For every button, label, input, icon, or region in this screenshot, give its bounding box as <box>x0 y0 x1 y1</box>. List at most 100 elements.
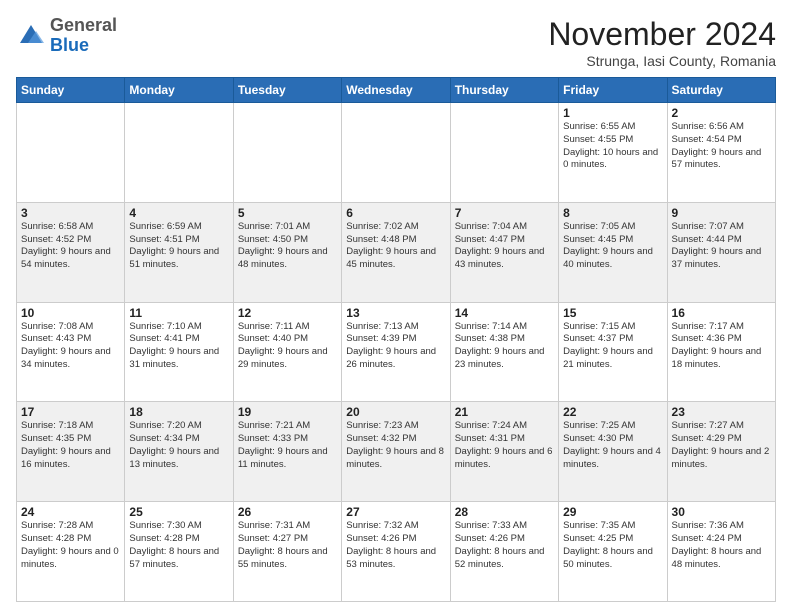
day-number: 22 <box>563 405 662 419</box>
calendar-cell: 3Sunrise: 6:58 AM Sunset: 4:52 PM Daylig… <box>17 202 125 302</box>
calendar-cell: 26Sunrise: 7:31 AM Sunset: 4:27 PM Dayli… <box>233 502 341 602</box>
day-info: Sunrise: 7:28 AM Sunset: 4:28 PM Dayligh… <box>21 520 120 571</box>
calendar-cell: 21Sunrise: 7:24 AM Sunset: 4:31 PM Dayli… <box>450 402 558 502</box>
header-row: Sunday Monday Tuesday Wednesday Thursday… <box>17 78 776 103</box>
day-number: 30 <box>672 505 771 519</box>
calendar-table: Sunday Monday Tuesday Wednesday Thursday… <box>16 77 776 602</box>
day-info: Sunrise: 7:23 AM Sunset: 4:32 PM Dayligh… <box>346 420 445 471</box>
th-saturday: Saturday <box>667 78 775 103</box>
calendar-cell: 5Sunrise: 7:01 AM Sunset: 4:50 PM Daylig… <box>233 202 341 302</box>
day-info: Sunrise: 7:14 AM Sunset: 4:38 PM Dayligh… <box>455 321 554 372</box>
day-number: 8 <box>563 206 662 220</box>
logo: General Blue <box>16 16 117 56</box>
calendar-cell <box>17 103 125 203</box>
day-info: Sunrise: 7:05 AM Sunset: 4:45 PM Dayligh… <box>563 221 662 272</box>
day-info: Sunrise: 7:35 AM Sunset: 4:25 PM Dayligh… <box>563 520 662 571</box>
calendar-cell: 22Sunrise: 7:25 AM Sunset: 4:30 PM Dayli… <box>559 402 667 502</box>
th-thursday: Thursday <box>450 78 558 103</box>
calendar-cell <box>233 103 341 203</box>
calendar-row-3: 10Sunrise: 7:08 AM Sunset: 4:43 PM Dayli… <box>17 302 776 402</box>
day-info: Sunrise: 7:36 AM Sunset: 4:24 PM Dayligh… <box>672 520 771 571</box>
day-info: Sunrise: 7:04 AM Sunset: 4:47 PM Dayligh… <box>455 221 554 272</box>
calendar-cell: 15Sunrise: 7:15 AM Sunset: 4:37 PM Dayli… <box>559 302 667 402</box>
day-number: 1 <box>563 106 662 120</box>
calendar-cell: 2Sunrise: 6:56 AM Sunset: 4:54 PM Daylig… <box>667 103 775 203</box>
calendar-row-2: 3Sunrise: 6:58 AM Sunset: 4:52 PM Daylig… <box>17 202 776 302</box>
day-info: Sunrise: 7:31 AM Sunset: 4:27 PM Dayligh… <box>238 520 337 571</box>
calendar-cell: 9Sunrise: 7:07 AM Sunset: 4:44 PM Daylig… <box>667 202 775 302</box>
day-number: 13 <box>346 306 445 320</box>
calendar-cell: 12Sunrise: 7:11 AM Sunset: 4:40 PM Dayli… <box>233 302 341 402</box>
calendar-cell <box>125 103 233 203</box>
day-number: 27 <box>346 505 445 519</box>
day-info: Sunrise: 7:11 AM Sunset: 4:40 PM Dayligh… <box>238 321 337 372</box>
day-number: 16 <box>672 306 771 320</box>
day-info: Sunrise: 6:59 AM Sunset: 4:51 PM Dayligh… <box>129 221 228 272</box>
day-info: Sunrise: 7:17 AM Sunset: 4:36 PM Dayligh… <box>672 321 771 372</box>
calendar-cell: 13Sunrise: 7:13 AM Sunset: 4:39 PM Dayli… <box>342 302 450 402</box>
day-number: 24 <box>21 505 120 519</box>
calendar-cell: 17Sunrise: 7:18 AM Sunset: 4:35 PM Dayli… <box>17 402 125 502</box>
calendar-row-4: 17Sunrise: 7:18 AM Sunset: 4:35 PM Dayli… <box>17 402 776 502</box>
calendar-cell: 25Sunrise: 7:30 AM Sunset: 4:28 PM Dayli… <box>125 502 233 602</box>
day-number: 7 <box>455 206 554 220</box>
calendar-cell <box>450 103 558 203</box>
day-info: Sunrise: 7:20 AM Sunset: 4:34 PM Dayligh… <box>129 420 228 471</box>
day-info: Sunrise: 7:21 AM Sunset: 4:33 PM Dayligh… <box>238 420 337 471</box>
calendar-row-5: 24Sunrise: 7:28 AM Sunset: 4:28 PM Dayli… <box>17 502 776 602</box>
calendar-cell: 23Sunrise: 7:27 AM Sunset: 4:29 PM Dayli… <box>667 402 775 502</box>
day-number: 10 <box>21 306 120 320</box>
day-number: 14 <box>455 306 554 320</box>
day-number: 2 <box>672 106 771 120</box>
day-info: Sunrise: 7:30 AM Sunset: 4:28 PM Dayligh… <box>129 520 228 571</box>
day-info: Sunrise: 7:32 AM Sunset: 4:26 PM Dayligh… <box>346 520 445 571</box>
day-info: Sunrise: 7:33 AM Sunset: 4:26 PM Dayligh… <box>455 520 554 571</box>
calendar-cell: 4Sunrise: 6:59 AM Sunset: 4:51 PM Daylig… <box>125 202 233 302</box>
day-info: Sunrise: 7:15 AM Sunset: 4:37 PM Dayligh… <box>563 321 662 372</box>
day-number: 20 <box>346 405 445 419</box>
day-number: 28 <box>455 505 554 519</box>
day-info: Sunrise: 7:07 AM Sunset: 4:44 PM Dayligh… <box>672 221 771 272</box>
day-info: Sunrise: 7:27 AM Sunset: 4:29 PM Dayligh… <box>672 420 771 471</box>
day-info: Sunrise: 7:01 AM Sunset: 4:50 PM Dayligh… <box>238 221 337 272</box>
location: Strunga, Iasi County, Romania <box>548 53 776 69</box>
day-number: 15 <box>563 306 662 320</box>
day-info: Sunrise: 7:13 AM Sunset: 4:39 PM Dayligh… <box>346 321 445 372</box>
day-number: 5 <box>238 206 337 220</box>
logo-blue: Blue <box>50 35 89 55</box>
calendar-cell: 8Sunrise: 7:05 AM Sunset: 4:45 PM Daylig… <box>559 202 667 302</box>
day-number: 3 <box>21 206 120 220</box>
day-info: Sunrise: 6:56 AM Sunset: 4:54 PM Dayligh… <box>672 121 771 172</box>
calendar-cell: 19Sunrise: 7:21 AM Sunset: 4:33 PM Dayli… <box>233 402 341 502</box>
day-number: 29 <box>563 505 662 519</box>
logo-general: General <box>50 15 117 35</box>
calendar-cell: 11Sunrise: 7:10 AM Sunset: 4:41 PM Dayli… <box>125 302 233 402</box>
calendar-cell: 30Sunrise: 7:36 AM Sunset: 4:24 PM Dayli… <box>667 502 775 602</box>
day-info: Sunrise: 7:10 AM Sunset: 4:41 PM Dayligh… <box>129 321 228 372</box>
day-number: 25 <box>129 505 228 519</box>
header: General Blue November 2024 Strunga, Iasi… <box>16 16 776 69</box>
logo-icon <box>16 21 46 51</box>
calendar-cell: 24Sunrise: 7:28 AM Sunset: 4:28 PM Dayli… <box>17 502 125 602</box>
calendar-cell: 7Sunrise: 7:04 AM Sunset: 4:47 PM Daylig… <box>450 202 558 302</box>
day-info: Sunrise: 6:58 AM Sunset: 4:52 PM Dayligh… <box>21 221 120 272</box>
calendar-cell: 6Sunrise: 7:02 AM Sunset: 4:48 PM Daylig… <box>342 202 450 302</box>
day-number: 11 <box>129 306 228 320</box>
calendar-cell: 18Sunrise: 7:20 AM Sunset: 4:34 PM Dayli… <box>125 402 233 502</box>
day-number: 21 <box>455 405 554 419</box>
calendar-cell: 16Sunrise: 7:17 AM Sunset: 4:36 PM Dayli… <box>667 302 775 402</box>
day-number: 9 <box>672 206 771 220</box>
day-number: 23 <box>672 405 771 419</box>
calendar-cell: 14Sunrise: 7:14 AM Sunset: 4:38 PM Dayli… <box>450 302 558 402</box>
calendar-cell: 29Sunrise: 7:35 AM Sunset: 4:25 PM Dayli… <box>559 502 667 602</box>
day-info: Sunrise: 7:02 AM Sunset: 4:48 PM Dayligh… <box>346 221 445 272</box>
day-info: Sunrise: 7:25 AM Sunset: 4:30 PM Dayligh… <box>563 420 662 471</box>
month-title: November 2024 <box>548 16 776 53</box>
day-number: 12 <box>238 306 337 320</box>
logo-text: General Blue <box>50 16 117 56</box>
calendar-cell <box>342 103 450 203</box>
page: General Blue November 2024 Strunga, Iasi… <box>0 0 792 612</box>
day-number: 17 <box>21 405 120 419</box>
day-number: 18 <box>129 405 228 419</box>
day-number: 19 <box>238 405 337 419</box>
